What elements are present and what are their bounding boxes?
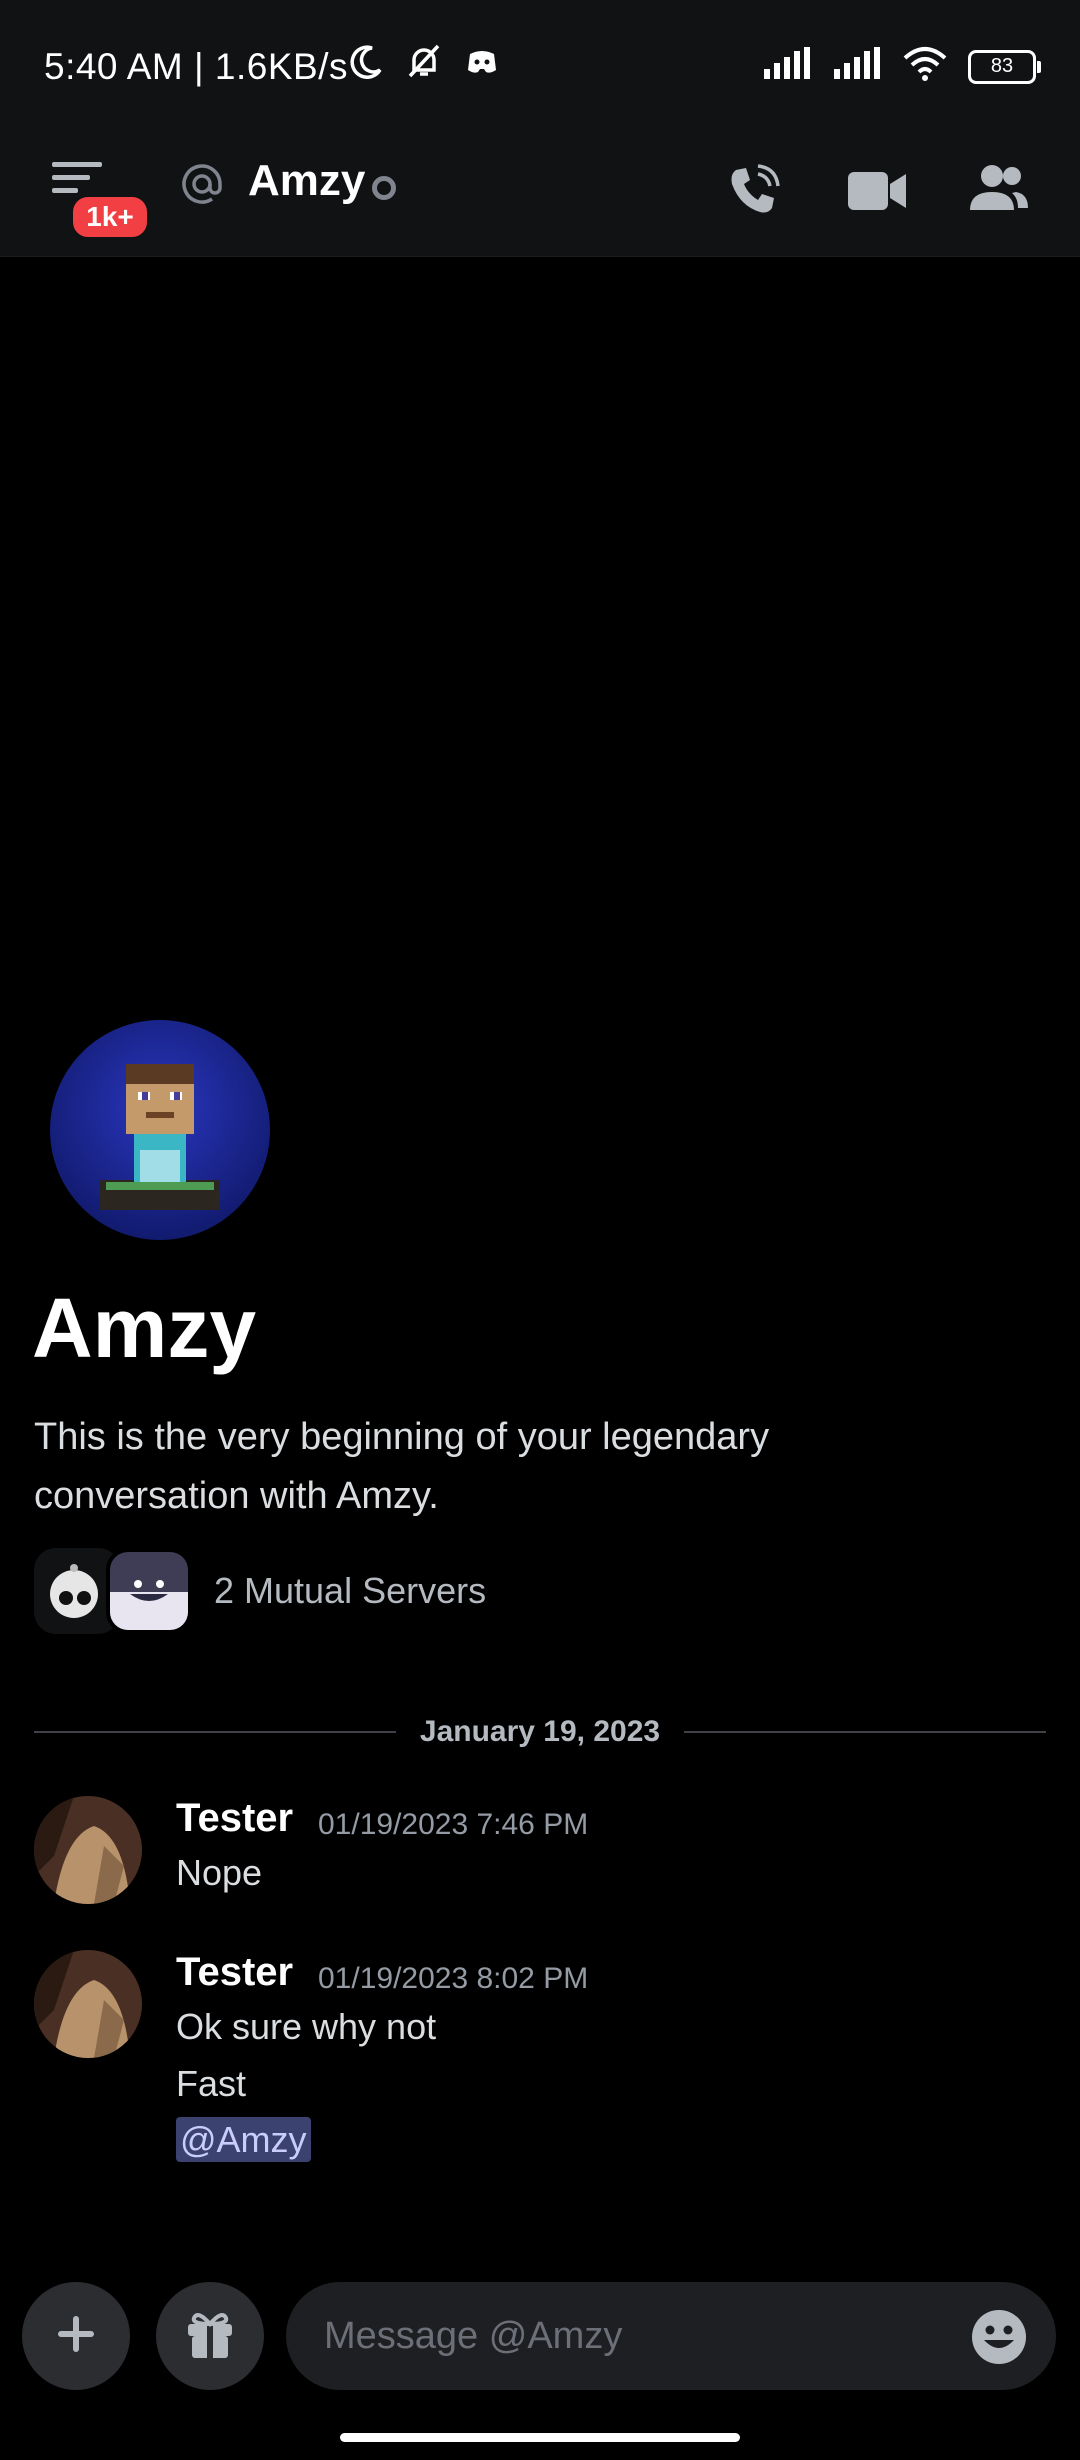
signal-icon — [832, 47, 882, 86]
emoji-icon[interactable] — [970, 2308, 1028, 2376]
status-bar: 5:40 AM | 1.6KB/s 83 — [0, 0, 1080, 132]
mutual-servers[interactable]: 2 Mutual Servers — [34, 1548, 486, 1634]
message-input-placeholder: Message @Amzy — [324, 2314, 623, 2357]
avatar[interactable] — [34, 1796, 142, 1904]
server-icon — [106, 1548, 192, 1634]
status-system-icons: 83 — [762, 46, 1041, 87]
notification-badge: 1k+ — [68, 192, 152, 242]
menu-button[interactable]: 1k+ — [48, 156, 152, 242]
message-text: Nope — [176, 1852, 263, 1893]
signal-icon — [762, 47, 812, 86]
message-timestamp: 01/19/2023 8:02 PM — [318, 1962, 589, 1995]
video-icon[interactable] — [846, 168, 908, 219]
discord-icon — [462, 42, 502, 87]
date-divider: January 19, 2023 — [34, 1712, 1046, 1752]
status-time: 5:40 AM | 1.6KB/s — [44, 46, 348, 87]
message-author[interactable]: Tester — [176, 1796, 293, 1841]
divider-date: January 19, 2023 — [419, 1715, 661, 1748]
battery-level: 83 — [990, 55, 1014, 77]
gift-button[interactable] — [156, 2282, 264, 2390]
message-mention-line: @Amzy — [176, 2117, 311, 2162]
wifi-icon — [902, 46, 948, 87]
divider-line — [684, 1731, 1046, 1733]
plus-icon — [54, 2312, 98, 2361]
message-text: Ok sure why not — [176, 2006, 437, 2047]
channel-header: 1k+ Amzy — [0, 132, 1080, 257]
attach-button[interactable] — [22, 2282, 130, 2390]
user-mention[interactable]: @Amzy — [176, 2117, 311, 2162]
moon-icon — [346, 42, 386, 87]
gift-icon — [182, 2306, 238, 2367]
status-notification-icons — [346, 42, 502, 87]
home-indicator[interactable] — [340, 2433, 740, 2442]
profile-avatar[interactable] — [50, 1020, 270, 1240]
message-composer: Message @Amzy — [0, 2270, 1080, 2400]
muted-bell-icon — [404, 42, 444, 87]
mutual-servers-label: 2 Mutual Servers — [214, 1570, 487, 1611]
message-timestamp: 01/19/2023 7:46 PM — [318, 1808, 589, 1841]
message-input[interactable]: Message @Amzy — [286, 2282, 1056, 2390]
avatar[interactable] — [34, 1950, 142, 2058]
battery-icon: 83 — [968, 49, 1041, 84]
mutual-server-icons — [34, 1548, 194, 1634]
channel-title[interactable]: Amzy — [248, 156, 365, 206]
message[interactable]: Tester 01/19/2023 7:46 PM Nope — [34, 1796, 1046, 1926]
profile-name: Amzy — [32, 1281, 257, 1375]
message-author[interactable]: Tester — [176, 1950, 293, 1995]
conversation-intro: This is the very beginning of your legen… — [34, 1416, 770, 1517]
phone-call-icon[interactable] — [724, 160, 784, 225]
divider-line — [34, 1731, 396, 1733]
message-text: Fast — [176, 2063, 247, 2104]
at-icon — [180, 162, 224, 211]
offline-status-dot — [372, 176, 396, 200]
members-icon[interactable] — [968, 162, 1030, 221]
message[interactable]: Tester 01/19/2023 8:02 PM Ok sure why no… — [34, 1950, 1046, 2190]
